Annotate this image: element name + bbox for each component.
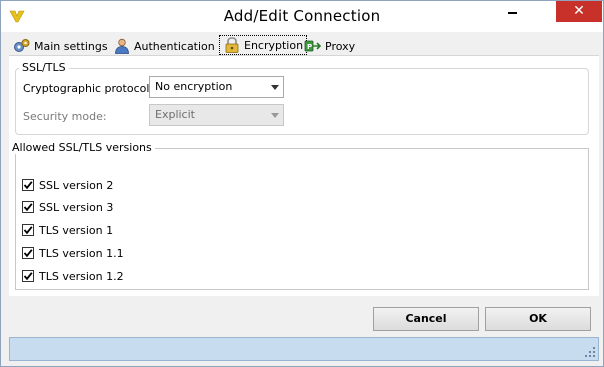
tls-version-1-1-checkbox[interactable]: TLS version 1.1: [22, 245, 124, 261]
cryptographic-protocol-label: Cryptographic protocol:: [23, 82, 154, 95]
checkbox-box[interactable]: [22, 224, 34, 236]
tab-label: Proxy: [325, 39, 356, 53]
cryptographic-protocol-value: No encryption: [155, 80, 233, 93]
dialog-window: Add/Edit Connection ✕ Main settings Auth…: [0, 0, 604, 367]
gears-icon: [14, 39, 30, 52]
allowed-versions-group-title: Allowed SSL/TLS versions: [9, 141, 155, 154]
chevron-down-icon: [271, 85, 279, 90]
tls-version-1-checkbox[interactable]: TLS version 1: [22, 222, 113, 238]
checkbox-box[interactable]: [22, 247, 34, 259]
tab-proxy[interactable]: P Proxy: [304, 36, 359, 56]
resize-grip-icon[interactable]: [585, 347, 595, 357]
lock-icon: [225, 37, 239, 53]
tab-label: Encryption: [244, 38, 304, 52]
cryptographic-protocol-select[interactable]: No encryption: [149, 76, 284, 98]
tab-encryption[interactable]: Encryption: [219, 35, 308, 55]
checkbox-label: TLS version 1: [39, 223, 114, 237]
tab-label: Authentication: [134, 39, 215, 53]
checkbox-box[interactable]: [22, 201, 34, 213]
check-icon: [23, 203, 33, 212]
security-mode-value: Explicit: [155, 108, 195, 121]
tab-label: Main settings: [34, 39, 108, 53]
ok-button[interactable]: OK: [485, 307, 591, 331]
checkbox-label: TLS version 1.1: [39, 246, 124, 260]
title-bar[interactable]: Add/Edit Connection ✕: [1, 1, 603, 32]
checkbox-label: SSL version 2: [39, 178, 114, 192]
checkbox-box[interactable]: [22, 270, 34, 282]
checkbox-label: TLS version 1.2: [39, 269, 124, 283]
check-icon: [23, 226, 33, 235]
tab-main-settings[interactable]: Main settings: [13, 36, 112, 56]
check-icon: [23, 272, 33, 281]
check-icon: [23, 249, 33, 258]
security-mode-select[interactable]: Explicit: [149, 104, 284, 126]
checkbox-label: SSL version 3: [39, 200, 114, 214]
security-mode-label: Security mode:: [23, 110, 107, 123]
ssl-tls-group: [15, 68, 589, 135]
check-icon: [23, 181, 33, 190]
ssl-version-3-checkbox[interactable]: SSL version 3: [22, 199, 113, 215]
checkbox-box[interactable]: [22, 179, 34, 191]
cancel-button[interactable]: Cancel: [373, 307, 479, 331]
close-icon: ✕: [573, 3, 585, 19]
close-button[interactable]: ✕: [556, 1, 602, 22]
status-bar: [9, 337, 599, 361]
user-icon: [115, 38, 129, 54]
ssl-version-2-checkbox[interactable]: SSL version 2: [22, 177, 113, 193]
tab-authentication[interactable]: Authentication: [113, 36, 219, 56]
proxy-icon: P: [304, 40, 322, 52]
tls-version-1-2-checkbox[interactable]: TLS version 1.2: [22, 268, 124, 284]
chevron-down-icon: [271, 113, 279, 118]
minimize-button[interactable]: [498, 1, 526, 22]
svg-text:P: P: [307, 43, 312, 51]
ssl-tls-group-title: SSL/TLS: [19, 61, 69, 74]
